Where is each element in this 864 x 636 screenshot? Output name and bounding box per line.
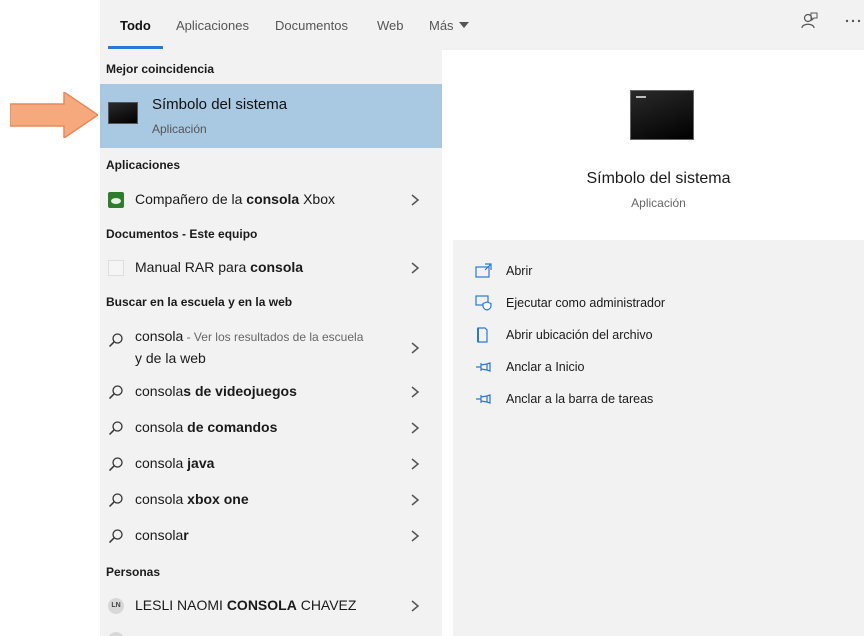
list-item-label: Compañero de la consola Xbox [135,191,336,207]
action-open-file-location[interactable]: Abrir ubicación del archivo [475,326,855,346]
section-apps: Aplicaciones [106,158,181,172]
web-suggestion-label: consola xbox one [135,491,249,507]
web-result-label: consola - Ver los resultados de la escue… [135,328,364,344]
command-prompt-large-icon [630,90,694,140]
section-documents: Documentos - Este equipo [106,227,258,241]
list-item-app-xbox[interactable]: Compañero de la consola Xbox [100,184,442,216]
avatar [108,632,124,636]
tab-mas-label: Más [429,18,454,33]
pin-icon [476,362,491,372]
filter-bar: Todo Aplicaciones Documentos Web Más [100,0,864,50]
list-item-person[interactable]: LN LESLI NAOMI CONSOLA CHAVEZ [100,590,442,622]
web-result-main[interactable]: consola - Ver los resultados de la escue… [100,324,442,372]
web-suggestion[interactable]: consolar [100,520,442,552]
preview-subtitle: Aplicación [631,196,686,210]
search-icon [108,333,123,348]
tab-web[interactable]: Web [377,18,404,33]
web-suggestion[interactable]: consolas de videojuegos [100,376,442,408]
list-item-label: LESLI NAOMI CONSOLA CHAVEZ [135,597,357,613]
web-suggestion-label: consola de comandos [135,419,278,435]
tab-aplicaciones[interactable]: Aplicaciones [176,18,249,33]
more-options-icon[interactable] [844,18,862,24]
feedback-icon[interactable] [800,12,818,30]
open-icon [475,263,492,278]
action-pin-taskbar[interactable]: Anclar a la barra de tareas [475,390,855,410]
best-match-subtitle: Aplicación [152,122,207,136]
pin-icon [476,394,491,404]
section-best-match: Mejor coincidencia [106,62,215,76]
search-icon [108,493,123,508]
tab-mas[interactable]: Más [429,18,469,33]
chevron-right-icon[interactable] [408,384,422,400]
shield-icon [475,295,492,311]
action-label: Abrir ubicación del archivo [506,328,653,342]
action-label: Anclar a la barra de tareas [506,392,654,406]
results-list: Mejor coincidencia Símbolo del sistema A… [100,50,442,636]
tab-todo[interactable]: Todo [120,18,151,33]
web-suggestion-label: consola java [135,455,215,471]
chevron-right-icon[interactable] [408,528,422,544]
chevron-right-icon[interactable] [408,192,422,208]
preview-header: Símbolo del sistema Aplicación [453,62,864,240]
action-label: Ejecutar como administrador [506,296,666,310]
chevron-right-icon[interactable] [408,456,422,472]
web-suggestion-label: consolas de videojuegos [135,383,297,399]
search-icon [108,421,123,436]
action-pin-start[interactable]: Anclar a Inicio [475,358,855,378]
action-open[interactable]: Abrir [475,262,855,282]
web-suggestion[interactable]: consola java [100,448,442,480]
annotation-arrow [10,92,98,138]
list-item-partial [100,628,442,636]
preview-title: Símbolo del sistema [586,170,731,187]
list-item-label: Manual RAR para consola [135,259,304,275]
action-label: Abrir [506,264,533,278]
preview-panel: Símbolo del sistema Aplicación Abrir Eje… [453,62,864,636]
action-run-as-admin[interactable]: Ejecutar como administrador [475,294,855,314]
best-match-item[interactable]: Símbolo del sistema Aplicación [100,84,442,148]
chevron-right-icon[interactable] [408,420,422,436]
search-icon [108,457,123,472]
person-avatar: LN [108,598,124,614]
file-location-icon [477,327,488,343]
tab-documentos[interactable]: Documentos [275,18,348,33]
document-icon [108,260,124,276]
list-item-document[interactable]: Manual RAR para consola [100,252,442,284]
chevron-right-icon[interactable] [408,340,422,356]
web-suggestion[interactable]: consola xbox one [100,484,442,516]
chevron-right-icon[interactable] [408,260,422,276]
caret-down-icon [458,22,469,28]
best-match-title: Símbolo del sistema [152,96,288,113]
web-suggestion-label: consolar [135,527,189,543]
active-tab-indicator [108,46,163,49]
web-result-hint: y de la web [135,350,206,366]
chevron-right-icon[interactable] [408,598,422,614]
command-prompt-icon [108,102,138,124]
search-icon [108,385,123,400]
action-label: Anclar a Inicio [506,360,585,374]
section-web-search: Buscar en la escuela y en la web [106,295,293,309]
chevron-right-icon[interactable] [408,492,422,508]
search-icon [108,529,123,544]
section-people: Personas [106,565,161,579]
web-suggestion[interactable]: consola de comandos [100,412,442,444]
xbox-app-icon [108,192,124,208]
